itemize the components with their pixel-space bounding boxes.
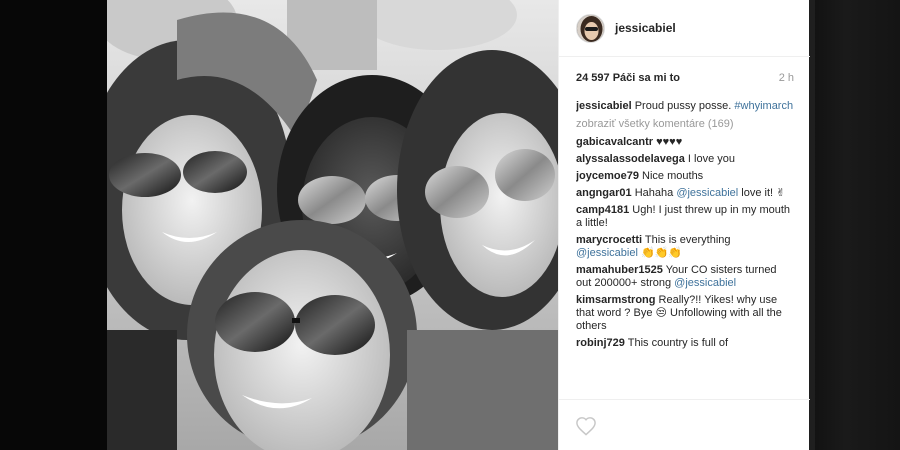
likes-row: 24 597 Páči sa mi to 2 h	[576, 72, 794, 86]
comment-item: alyssalassodelavega I love you	[576, 153, 794, 166]
likes-count[interactable]: 24 597 Páči sa mi to	[576, 72, 680, 84]
comment-text: Nice mouths	[642, 170, 704, 182]
comment-username[interactable]: alyssalassodelavega	[576, 153, 685, 165]
comment-item: marycrocetti This is everything @jessica…	[576, 234, 794, 260]
comment-username[interactable]: gabicavalcantr	[576, 136, 653, 148]
comment-username[interactable]: marycrocetti	[576, 234, 642, 246]
comment-text-after: love it! ✌	[741, 187, 786, 199]
comment-item: joycemoe79 Nice mouths	[576, 170, 794, 183]
caption-text: Proud pussy posse.	[634, 100, 732, 112]
post-sidebar: jessicabiel 24 597 Páči sa mi to 2 h jes…	[558, 0, 810, 450]
comment-username[interactable]: mamahuber1525	[576, 264, 663, 276]
comment-mention[interactable]: @jessicabiel	[576, 247, 638, 259]
post-photo[interactable]	[107, 0, 558, 450]
post-username[interactable]: jessicabiel	[615, 21, 676, 35]
comment-username[interactable]: robinj729	[576, 337, 625, 349]
comments-list: jessicabiel Proud pussy posse. #whyimarc…	[576, 100, 794, 397]
background-left	[0, 0, 107, 450]
view-all-comments-link[interactable]: zobraziť všetky komentáre (169)	[576, 118, 794, 131]
comment-text: ♥♥♥♥	[656, 136, 683, 148]
background-right	[809, 0, 900, 450]
avatar[interactable]	[576, 13, 605, 43]
heart-icon[interactable]	[575, 416, 597, 436]
comment-item: camp4181 Ugh! I just threw up in my mout…	[576, 204, 794, 230]
comment-item: kimsarmstrong Really?!! Yikes! why use t…	[576, 294, 794, 333]
post-time[interactable]: 2 h	[779, 72, 794, 84]
comment-username[interactable]: kimsarmstrong	[576, 294, 655, 306]
comment-item: mamahuber1525 Your CO sisters turned out…	[576, 264, 794, 290]
comment-item: gabicavalcantr ♥♥♥♥	[576, 136, 794, 149]
comment-item: robinj729 This country is full of	[576, 337, 794, 350]
post-actions	[559, 399, 810, 450]
comment-mention[interactable]: @jessicabiel	[674, 277, 736, 289]
comment-text: This is everything	[644, 234, 731, 246]
caption-username[interactable]: jessicabiel	[576, 100, 632, 112]
post-caption: jessicabiel Proud pussy posse. #whyimarc…	[576, 100, 794, 113]
comment-text: Hahaha	[634, 187, 674, 199]
comment-username[interactable]: camp4181	[576, 204, 629, 216]
post-modal: jessicabiel 24 597 Páči sa mi to 2 h jes…	[107, 0, 810, 450]
comment-username[interactable]: angngar01	[576, 187, 632, 199]
comment-text: I love you	[687, 153, 736, 165]
comment-item: angngar01 Hahaha @jessicabiel love it! ✌	[576, 187, 794, 200]
comment-text: This country is full of	[627, 337, 729, 349]
comment-mention[interactable]: @jessicabiel	[676, 187, 738, 199]
comment-text-after: 👏👏👏	[640, 247, 683, 259]
comment-username[interactable]: joycemoe79	[576, 170, 639, 182]
caption-hashtag[interactable]: #whyimarch	[734, 100, 793, 112]
post-header: jessicabiel	[559, 0, 810, 57]
